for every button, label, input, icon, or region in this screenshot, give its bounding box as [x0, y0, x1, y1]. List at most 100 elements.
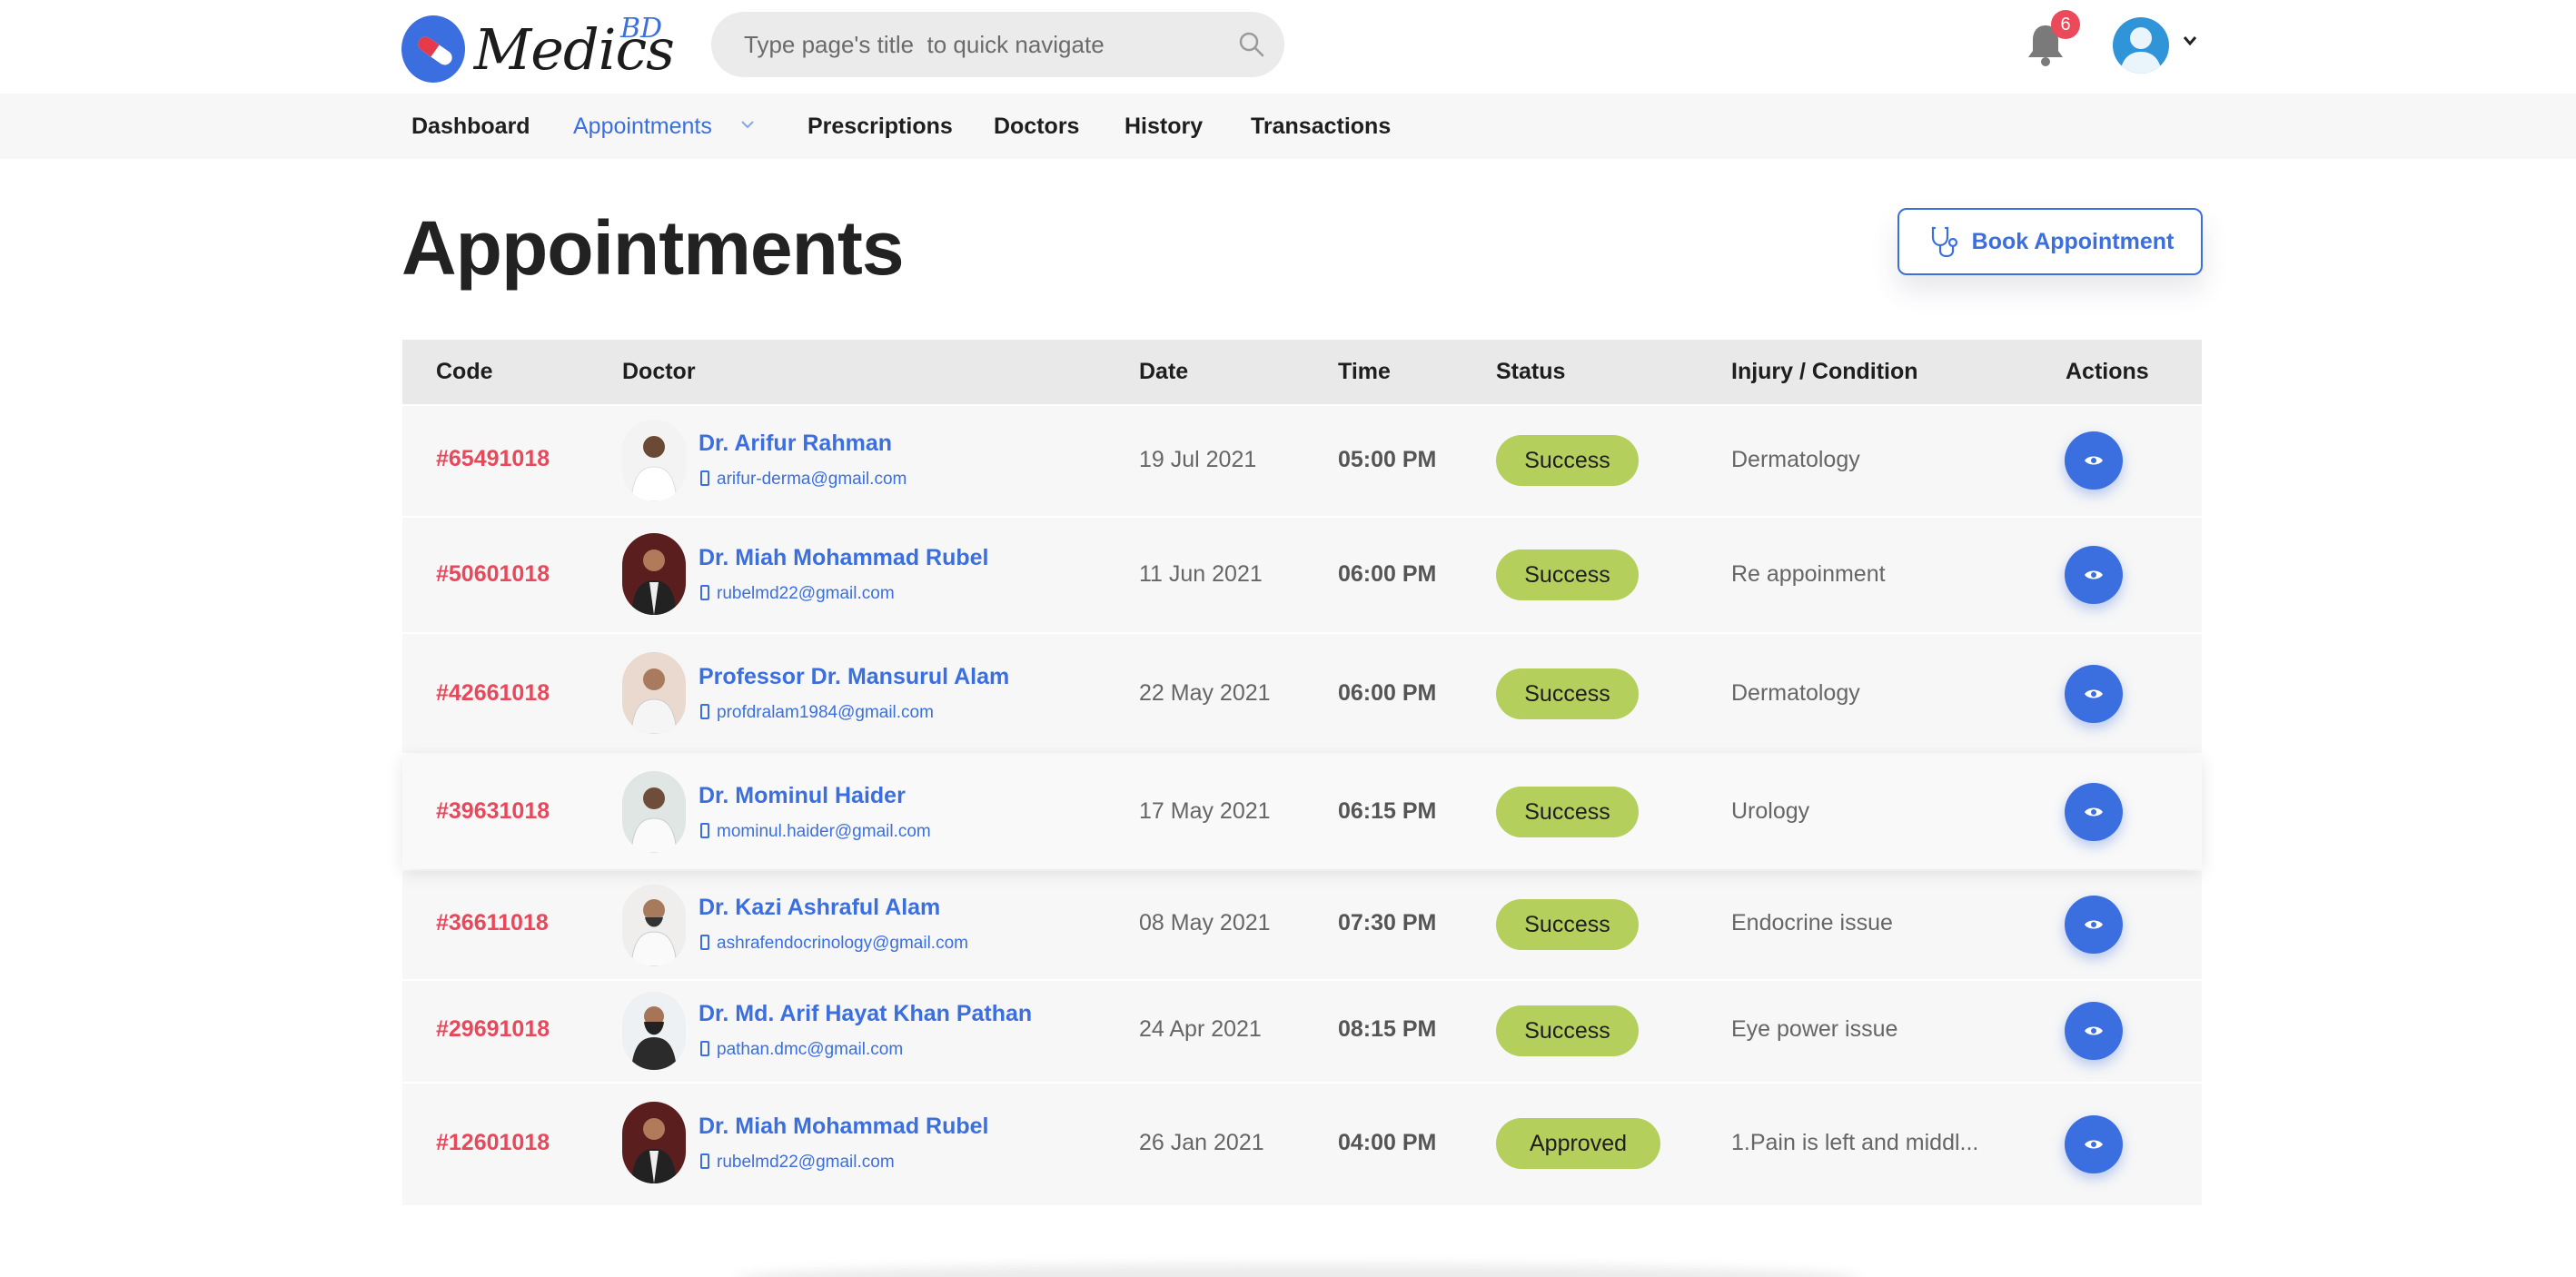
condition-text: Endocrine issue [1731, 910, 1893, 935]
condition-text: Dermatology [1731, 447, 1860, 472]
phone-icon [700, 585, 709, 600]
book-appointment-button[interactable]: Book Appointment [1897, 208, 2203, 275]
phone-icon [700, 823, 709, 838]
appointment-time: 07:30 PM [1338, 910, 1437, 935]
top-header: Medics BD 6 [0, 0, 2576, 94]
doctor-email: ashrafendocrinology@gmail.com [700, 934, 968, 954]
phone-icon [700, 470, 709, 486]
eye-icon [2085, 570, 2103, 579]
appointment-time: 04:00 PM [1338, 1130, 1437, 1155]
status-badge: Success [1496, 787, 1639, 837]
condition-text: 1.Pain is left and middl... [1731, 1130, 1979, 1155]
appointment-code[interactable]: #29691018 [436, 1016, 550, 1043]
table-row[interactable]: #36611018 Dr. Kazi Ashraful Alam ashrafe… [402, 871, 2202, 979]
appointment-date: 11 Jun 2021 [1139, 561, 1263, 587]
table-row[interactable]: #65491018 Dr. Arifur Rahman arifur-derma… [402, 406, 2202, 516]
appointment-date: 24 Apr 2021 [1139, 1016, 1262, 1042]
view-appointment-button[interactable] [2065, 896, 2123, 954]
appointment-code[interactable]: #12601018 [436, 1130, 550, 1156]
table-header: Code Doctor Date Time Status Injury / Co… [402, 340, 2202, 404]
doctor-email: mominul.haider@gmail.com [700, 822, 931, 842]
condition-text: Urology [1731, 798, 1810, 824]
pill-logo-icon [401, 15, 465, 83]
appointment-date: 19 Jul 2021 [1139, 447, 1257, 472]
nav-item-doctors[interactable]: Doctors [994, 94, 1079, 159]
stethoscope-icon [1931, 226, 1957, 258]
view-appointment-button[interactable] [2065, 1115, 2123, 1173]
appointment-time: 06:00 PM [1338, 561, 1437, 587]
phone-icon [700, 1153, 709, 1169]
doctor-avatar [622, 885, 686, 966]
doctor-email-text: pathan.dmc@gmail.com [717, 1040, 904, 1059]
doctor-email-text: rubelmd22@gmail.com [717, 1153, 895, 1172]
user-avatar[interactable] [2113, 17, 2169, 74]
nav-item-prescriptions[interactable]: Prescriptions [807, 94, 953, 159]
status-badge: Success [1496, 668, 1639, 719]
book-appointment-label: Book Appointment [1971, 228, 2175, 254]
search-icon[interactable] [1237, 30, 1266, 59]
user-silhouette-icon [2120, 27, 2162, 74]
view-appointment-button[interactable] [2065, 1002, 2123, 1060]
view-appointment-button[interactable] [2065, 546, 2123, 604]
nav-item-dashboard[interactable]: Dashboard [411, 94, 530, 159]
appointment-code[interactable]: #50601018 [436, 561, 550, 588]
status-badge: Success [1496, 435, 1639, 486]
phone-icon [700, 935, 709, 950]
view-appointment-button[interactable] [2065, 665, 2123, 723]
eye-icon [2085, 1140, 2103, 1149]
nav-item-history[interactable]: History [1125, 94, 1203, 159]
doctor-avatar [622, 420, 686, 501]
footer-card-shadow [736, 1264, 1862, 1277]
doctor-email: rubelmd22@gmail.com [700, 584, 895, 604]
doctor-email-text: profdralam1984@gmail.com [717, 703, 934, 722]
column-header-code: Code [436, 359, 493, 384]
doctor-email-text: mominul.haider@gmail.com [717, 822, 931, 841]
search-input[interactable] [744, 12, 1216, 77]
table-row[interactable]: #50601018 Dr. Miah Mohammad Rubel rubelm… [402, 518, 2202, 632]
doctor-avatar [622, 1102, 686, 1183]
user-menu-chevron-down-icon[interactable] [2182, 35, 2198, 47]
quick-navigate-search [711, 12, 1284, 77]
appointment-date: 08 May 2021 [1139, 910, 1271, 935]
column-header-time: Time [1338, 359, 1391, 384]
table-row[interactable]: #29691018 Dr. Md. Arif Hayat Khan Pathan… [402, 981, 2202, 1082]
appointment-code[interactable]: #65491018 [436, 446, 550, 472]
doctor-avatar [622, 771, 686, 853]
appointment-code[interactable]: #42661018 [436, 680, 550, 707]
doctor-avatar [622, 652, 686, 734]
doctor-name[interactable]: Dr. Miah Mohammad Rubel [698, 1114, 988, 1140]
nav-item-transactions[interactable]: Transactions [1251, 94, 1391, 159]
doctor-name[interactable]: Dr. Arifur Rahman [698, 431, 892, 457]
nav-item-appointments[interactable]: Appointments [573, 94, 712, 159]
eye-icon [2085, 456, 2103, 465]
eye-icon [2085, 689, 2103, 698]
view-appointment-button[interactable] [2065, 431, 2123, 490]
appointment-code[interactable]: #36611018 [436, 910, 549, 936]
table-row[interactable]: #12601018 Dr. Miah Mohammad Rubel rubelm… [402, 1084, 2202, 1205]
appointment-date: 22 May 2021 [1139, 680, 1271, 706]
column-header-date: Date [1139, 359, 1189, 384]
phone-icon [700, 1041, 709, 1056]
appointments-dropdown-chevron-icon[interactable] [740, 119, 755, 130]
view-appointment-button[interactable] [2065, 783, 2123, 841]
table-row[interactable]: #39631018 Dr. Mominul Haider mominul.hai… [402, 755, 2202, 869]
doctor-name[interactable]: Professor Dr. Mansurul Alam [698, 664, 1009, 690]
doctor-name[interactable]: Dr. Mominul Haider [698, 783, 906, 809]
appointment-time: 06:00 PM [1338, 680, 1437, 706]
column-header-doctor: Doctor [622, 359, 696, 384]
doctor-name[interactable]: Dr. Miah Mohammad Rubel [698, 545, 988, 571]
doctor-name[interactable]: Dr. Md. Arif Hayat Khan Pathan [698, 1001, 1032, 1027]
appointment-code[interactable]: #39631018 [436, 798, 550, 825]
table-row[interactable]: #42661018 Professor Dr. Mansurul Alam pr… [402, 634, 2202, 753]
main-nav: Dashboard Appointments Prescriptions Doc… [0, 94, 2576, 159]
appointment-date: 17 May 2021 [1139, 798, 1271, 824]
doctor-email-text: ashrafendocrinology@gmail.com [717, 934, 968, 953]
brand-superscript: BD [620, 13, 663, 45]
appointment-time: 05:00 PM [1338, 447, 1437, 472]
page-title: Appointments [401, 205, 905, 291]
doctor-email-text: rubelmd22@gmail.com [717, 584, 895, 603]
doctor-email: rubelmd22@gmail.com [700, 1153, 895, 1173]
status-badge: Approved [1496, 1118, 1660, 1169]
doctor-name[interactable]: Dr. Kazi Ashraful Alam [698, 895, 940, 921]
eye-icon [2085, 1026, 2103, 1035]
